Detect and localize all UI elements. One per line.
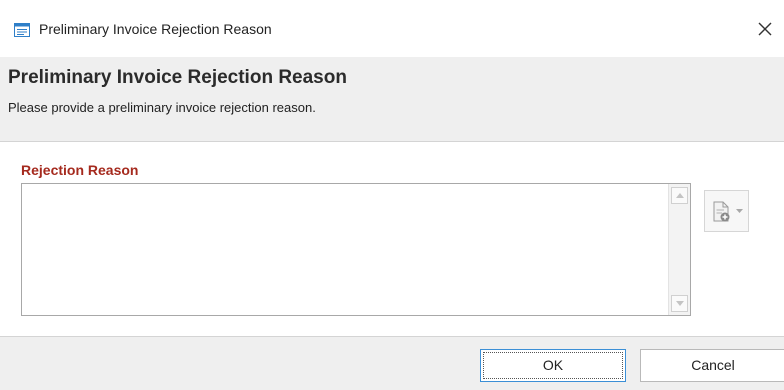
add-document-icon bbox=[713, 201, 730, 222]
close-icon[interactable] bbox=[753, 17, 777, 41]
dialog-header: Preliminary Invoice Rejection Reason Ple… bbox=[0, 57, 784, 141]
rejection-reason-dialog: Preliminary Invoice Rejection Reason Pre… bbox=[0, 0, 784, 390]
rejection-reason-label: Rejection Reason bbox=[21, 162, 139, 178]
window-title: Preliminary Invoice Rejection Reason bbox=[39, 21, 272, 37]
dialog-description: Please provide a preliminary invoice rej… bbox=[8, 100, 316, 115]
form-content: Rejection Reason bbox=[0, 142, 784, 335]
dialog-footer: OK Cancel bbox=[0, 336, 784, 390]
scroll-up-button[interactable] bbox=[671, 187, 688, 204]
cancel-button-label: Cancel bbox=[691, 357, 735, 373]
add-document-button[interactable] bbox=[704, 190, 749, 232]
cancel-button[interactable]: Cancel bbox=[640, 349, 784, 382]
dialog-heading: Preliminary Invoice Rejection Reason bbox=[8, 67, 347, 88]
rejection-reason-input[interactable] bbox=[22, 184, 668, 315]
ok-button[interactable]: OK bbox=[480, 349, 626, 382]
ok-button-label: OK bbox=[542, 357, 564, 373]
scroll-down-button[interactable] bbox=[671, 295, 688, 312]
title-bar[interactable]: Preliminary Invoice Rejection Reason bbox=[0, 0, 784, 57]
scroll-down-icon bbox=[676, 301, 684, 306]
rejection-reason-field[interactable] bbox=[21, 183, 691, 316]
form-window-icon bbox=[14, 23, 30, 37]
chevron-down-icon bbox=[736, 209, 743, 213]
vertical-scrollbar[interactable] bbox=[668, 184, 690, 315]
scroll-up-icon bbox=[676, 193, 684, 198]
